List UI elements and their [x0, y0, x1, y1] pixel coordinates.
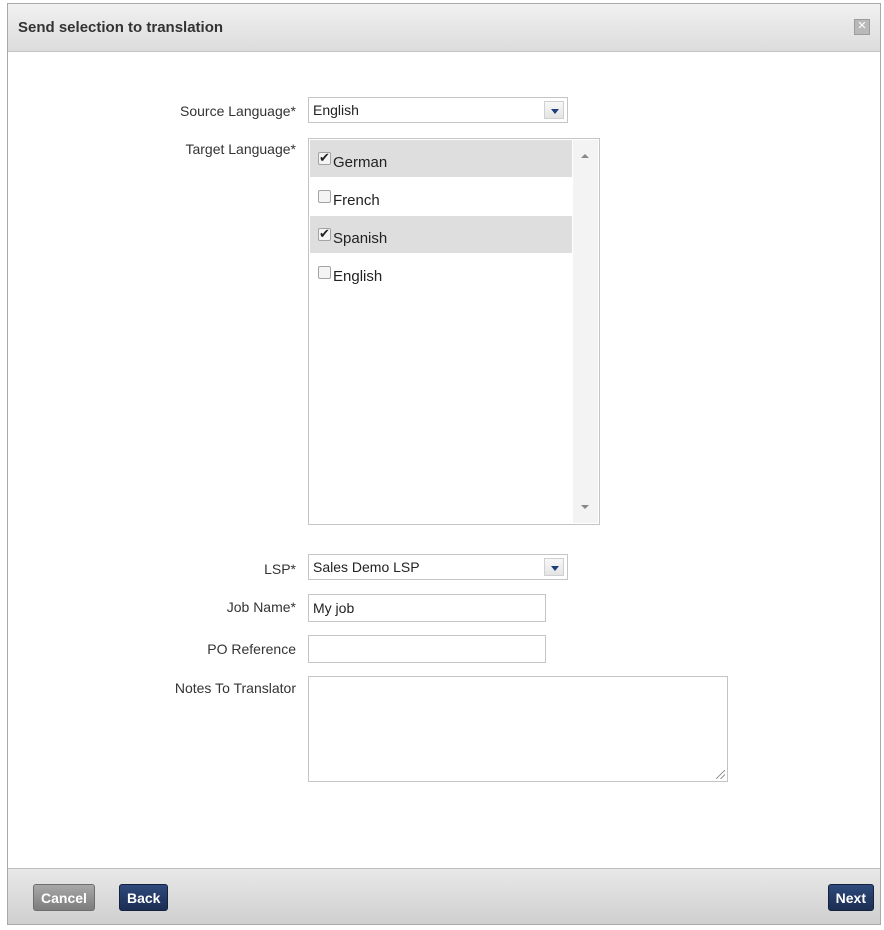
- listbox-scrollbar[interactable]: [573, 140, 598, 523]
- option-label: German: [333, 154, 388, 171]
- option-label: Spanish: [333, 230, 388, 247]
- scroll-up-icon[interactable]: [581, 154, 589, 158]
- source-language-label: Source Language*: [180, 103, 296, 119]
- target-language-label: Target Language*: [185, 141, 296, 157]
- checkbox-checked[interactable]: ✔: [318, 151, 331, 165]
- cancel-button[interactable]: Cancel: [33, 884, 95, 911]
- source-language-select[interactable]: English: [308, 97, 568, 123]
- notes-label: Notes To Translator: [174, 680, 296, 696]
- scroll-down-icon[interactable]: [581, 505, 589, 509]
- option-label: English: [333, 268, 383, 285]
- dialog-title: Send selection to translation: [18, 19, 224, 36]
- checkbox-unchecked[interactable]: [318, 190, 331, 203]
- chevron-down-icon[interactable]: [544, 101, 564, 119]
- dialog-footer: Cancel Back Next: [8, 868, 880, 924]
- translation-dialog: Send selection to translation ✕ Source L…: [7, 3, 881, 925]
- target-language-option-french[interactable]: French: [310, 178, 572, 215]
- close-icon[interactable]: ✕: [854, 19, 870, 35]
- target-language-option-german[interactable]: ✔ German: [310, 140, 572, 177]
- next-button[interactable]: Next: [827, 884, 874, 911]
- job-name-label: Job Name*: [226, 599, 296, 615]
- job-name-input[interactable]: [308, 594, 546, 622]
- checkbox-unchecked[interactable]: [318, 266, 331, 279]
- resize-grip-icon[interactable]: [716, 770, 725, 779]
- back-button[interactable]: Back: [119, 884, 169, 911]
- option-label: French: [333, 192, 380, 209]
- chevron-down-icon[interactable]: [544, 558, 564, 576]
- source-language-value: English: [313, 102, 359, 118]
- target-language-option-english[interactable]: English: [310, 254, 572, 291]
- notes-textarea[interactable]: [308, 676, 728, 782]
- lsp-value: Sales Demo LSP: [313, 559, 420, 575]
- lsp-label: LSP*: [264, 561, 296, 577]
- checkbox-checked[interactable]: ✔: [318, 227, 331, 241]
- lsp-select[interactable]: Sales Demo LSP: [308, 554, 568, 580]
- target-language-listbox[interactable]: ✔ German French ✔ Spanish English: [308, 138, 600, 525]
- po-reference-input[interactable]: [308, 635, 546, 663]
- target-language-option-spanish[interactable]: ✔ Spanish: [310, 216, 572, 253]
- po-reference-label: PO Reference: [207, 641, 296, 657]
- dialog-titlebar: Send selection to translation ✕: [8, 4, 880, 52]
